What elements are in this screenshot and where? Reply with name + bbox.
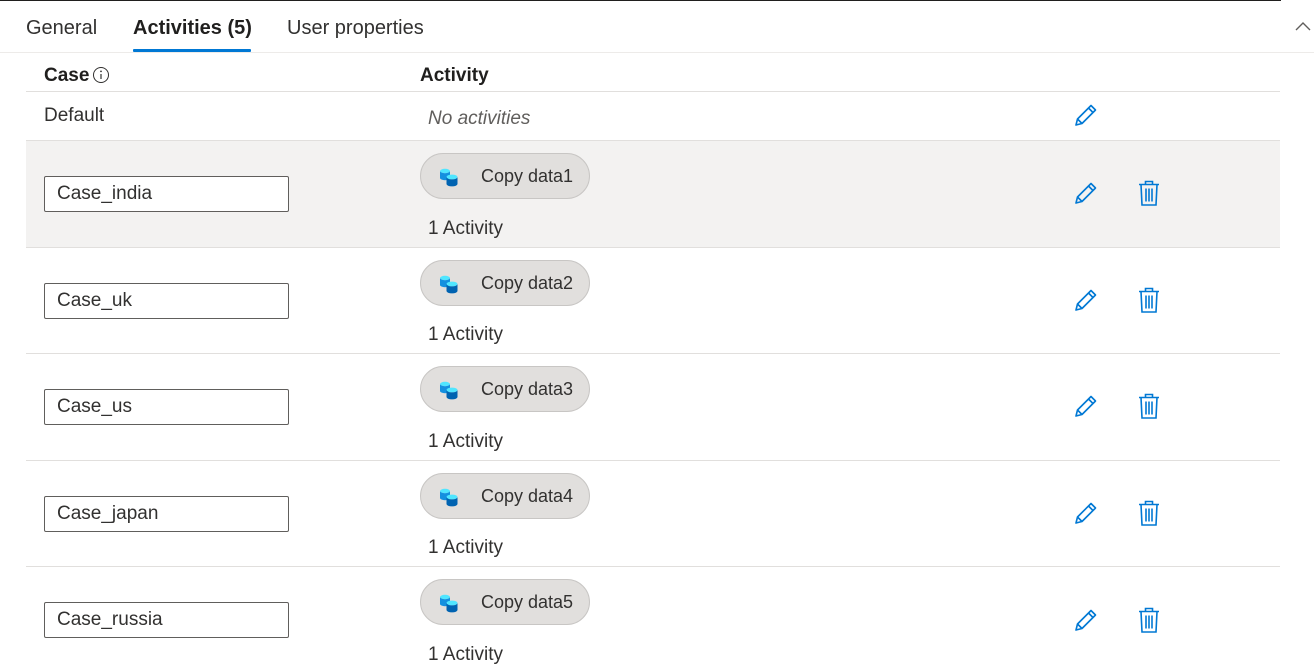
edit-default-button[interactable]	[1071, 100, 1101, 130]
tab-general[interactable]: General	[26, 14, 97, 42]
table-row[interactable]: Copy data5 1 Activity	[26, 567, 1280, 665]
pencil-icon	[1075, 182, 1097, 204]
activity-chip-label: Copy data3	[481, 379, 574, 399]
trash-icon	[1139, 500, 1159, 526]
activity-chip[interactable]: Copy data2	[420, 260, 590, 306]
delete-case-button[interactable]	[1134, 498, 1164, 528]
pencil-icon	[1075, 104, 1097, 126]
edit-case-button[interactable]	[1071, 391, 1101, 421]
pencil-icon	[1075, 395, 1097, 417]
activity-count: 1 Activity	[428, 324, 503, 345]
activity-chip[interactable]: Copy data4	[420, 473, 590, 519]
case-name-input[interactable]	[44, 602, 289, 638]
case-name-input[interactable]	[44, 176, 289, 212]
copy-data-icon	[440, 381, 458, 400]
chevron-up-icon[interactable]	[1294, 18, 1312, 36]
delete-case-button[interactable]	[1134, 178, 1164, 208]
pencil-icon	[1075, 289, 1097, 311]
table-row[interactable]: Copy data1 1 Activity	[26, 141, 1280, 248]
table-header: Case Activity	[26, 53, 1280, 92]
activity-chip-label: Copy data5	[481, 592, 574, 612]
case-name-input[interactable]	[44, 496, 289, 532]
delete-case-button[interactable]	[1134, 605, 1164, 635]
trash-icon	[1139, 180, 1159, 206]
delete-case-button[interactable]	[1134, 391, 1164, 421]
activity-chip[interactable]: Copy data1	[420, 153, 590, 199]
edit-case-button[interactable]	[1071, 178, 1101, 208]
pencil-icon	[1075, 502, 1097, 524]
default-case-label: Default	[44, 105, 105, 126]
table-row[interactable]: Copy data3 1 Activity	[26, 354, 1280, 461]
pencil-icon	[1075, 609, 1097, 631]
copy-data-icon	[440, 488, 458, 507]
column-header-case-label: Case	[44, 65, 90, 86]
activity-count: 1 Activity	[428, 218, 503, 239]
column-header-activity: Activity	[420, 65, 489, 86]
activity-chip-label: Copy data4	[481, 486, 574, 506]
activity-count: 1 Activity	[428, 537, 503, 558]
table-row-default: Default No activities	[26, 91, 1280, 141]
activity-chip-label: Copy data1	[481, 166, 574, 186]
activity-chip[interactable]: Copy data5	[420, 579, 590, 625]
table-row[interactable]: Copy data2 1 Activity	[26, 248, 1280, 354]
delete-case-button[interactable]	[1134, 285, 1164, 315]
copy-data-icon	[440, 275, 458, 294]
case-name-input[interactable]	[44, 389, 289, 425]
column-header-case: Case	[44, 65, 109, 87]
activity-chip[interactable]: Copy data3	[420, 366, 590, 412]
edit-case-button[interactable]	[1071, 498, 1101, 528]
tab-bar: General Activities (5) User properties	[0, 0, 1314, 53]
copy-data-icon	[440, 168, 458, 187]
activity-chip-label: Copy data2	[481, 273, 574, 293]
no-activities-text: No activities	[428, 108, 531, 129]
case-name-input[interactable]	[44, 283, 289, 319]
table-row[interactable]: Copy data4 1 Activity	[26, 461, 1280, 567]
trash-icon	[1139, 393, 1159, 419]
tab-user-properties[interactable]: User properties	[287, 14, 424, 42]
edit-case-button[interactable]	[1071, 605, 1101, 635]
tab-activities[interactable]: Activities (5)	[133, 14, 252, 42]
trash-icon	[1139, 607, 1159, 633]
trash-icon	[1139, 287, 1159, 313]
copy-data-icon	[440, 594, 458, 613]
edit-case-button[interactable]	[1071, 285, 1101, 315]
info-icon[interactable]	[92, 66, 110, 84]
activity-count: 1 Activity	[428, 431, 503, 452]
